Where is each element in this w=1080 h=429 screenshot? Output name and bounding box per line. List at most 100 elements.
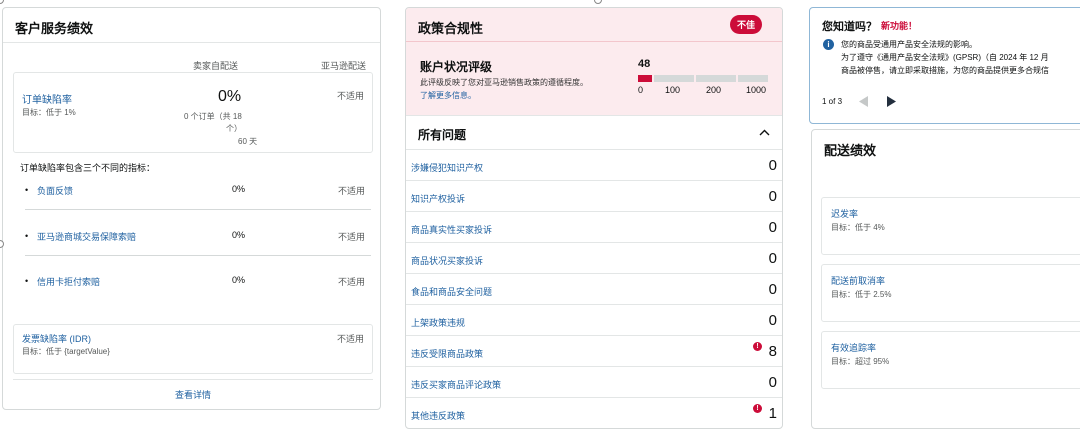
scale-tick: 0 xyxy=(638,85,644,95)
resize-handle[interactable] xyxy=(594,0,602,4)
issue-link[interactable]: 知识产权投诉 xyxy=(411,192,465,205)
issue-count: 0 xyxy=(768,281,777,298)
policy-header: 政策合规性 不佳 xyxy=(406,8,782,42)
odr-value: 0% xyxy=(218,88,242,105)
dyk-title: 您知道吗？ xyxy=(822,21,877,33)
issue-link[interactable]: 商品真实性买家投诉 xyxy=(411,223,492,236)
alert-icon: ! xyxy=(753,404,762,413)
delivery-performance-card: 配送绩效 迟发率 目标：低于 4% 配送前取消率 目标：低于 2.5% 有效追踪… xyxy=(811,129,1080,429)
policy-compliance-card: 政策合规性 不佳 账户状况评级 此评级反映了您对亚马逊销售政策的遵循程度。 了解… xyxy=(405,7,783,429)
odr-detail-2: 个） xyxy=(226,124,242,133)
issue-count: 0 xyxy=(768,250,777,267)
idr-value: 不适用 xyxy=(336,334,364,344)
indicator-amazon: 不适用 xyxy=(337,277,365,287)
all-issues-title: 所有问题 xyxy=(418,128,467,142)
alert-icon: ! xyxy=(753,342,762,351)
account-health-rating: 账户状况评级 此评级反映了您对亚马逊销售政策的遵循程度。 了解更多信息。 48 … xyxy=(406,42,782,116)
new-feature-label: 新功能！ xyxy=(881,21,918,31)
idr-box: 发票缺陷率 (IDR) 目标：低于 {targetValue} 不适用 xyxy=(13,324,373,374)
metric-link[interactable]: 配送前取消率 xyxy=(831,274,885,287)
dyk-line-3: 商品被停售，请立即采取措施，为您的商品提供更多合规信 xyxy=(841,66,1049,75)
indicator-value: 0% xyxy=(232,184,246,194)
metric-target: 目标：超过 95% xyxy=(831,357,890,366)
delivery-title: 配送绩效 xyxy=(824,143,877,158)
indicator-value: 0% xyxy=(232,275,246,285)
metric-target: 目标：低于 2.5% xyxy=(831,290,892,299)
scale-tick: 1000 xyxy=(746,85,767,95)
indicator-negative-feedback: • 负面反馈 0% 不适用 xyxy=(25,180,371,210)
view-details-link[interactable]: 查看详情 xyxy=(175,390,211,400)
odr-link[interactable]: 订单缺陷率 xyxy=(22,91,72,106)
dyk-headline: 您的商品受通用产品安全法规的影响。 xyxy=(841,40,977,49)
prev-icon[interactable] xyxy=(858,96,869,107)
odr-detail-3: 60 天 xyxy=(238,137,258,146)
metric-link[interactable]: 迟发率 xyxy=(831,207,858,220)
ahr-desc: 此评级反映了您对亚马逊销售政策的遵循程度。 xyxy=(420,78,588,87)
indicator-a-to-z: • 亚马逊商城交易保障索赔 0% 不适用 xyxy=(25,226,371,256)
ahr-score-bar xyxy=(638,75,768,82)
scale-tick: 200 xyxy=(706,85,722,95)
issue-row: 违反买家商品评论政策 0 xyxy=(406,367,782,398)
issue-count: 0 xyxy=(768,374,777,391)
ahr-learn-more-link[interactable]: 了解更多信息。 xyxy=(420,90,476,101)
bullet: • xyxy=(25,276,29,286)
issue-row: 商品真实性买家投诉 0 xyxy=(406,212,782,243)
issue-count: 0 xyxy=(768,188,777,205)
issue-link[interactable]: 其他违反政策 xyxy=(411,409,465,422)
indicator-chargeback: • 信用卡拒付索赔 0% 不适用 xyxy=(25,271,371,301)
issue-list: 涉嫌侵犯知识产权 0 知识产权投诉 0 商品真实性买家投诉 0 商品状况买家投诉 0 食品和商品… xyxy=(406,150,782,428)
issue-row: 违反受限商品政策! 8 xyxy=(406,336,782,367)
issue-link[interactable]: 上架政策违规 xyxy=(411,316,465,329)
metric-link[interactable]: 有效追踪率 xyxy=(831,341,876,354)
bullet: • xyxy=(25,185,29,195)
issue-link[interactable]: 违反买家商品评论政策 xyxy=(411,378,501,391)
ahr-scale-seg xyxy=(654,75,694,82)
issue-link[interactable]: 涉嫌侵犯知识产权 xyxy=(411,161,483,174)
issue-row: 食品和商品安全问题 0 xyxy=(406,274,782,305)
all-issues-header[interactable]: 所有问题 xyxy=(406,116,782,150)
indicator-amazon: 不适用 xyxy=(337,232,365,242)
resize-handle[interactable] xyxy=(0,0,4,4)
indicator-value: 0% xyxy=(232,230,246,240)
ahr-scale-seg xyxy=(696,75,736,82)
ahr-title: 账户状况评级 xyxy=(420,60,493,74)
odr-box: 订单缺陷率 目标：低于 1% 0% 0 个订单（共 18 个） 60 天 不适用 xyxy=(13,72,373,153)
odr-target: 目标：低于 1% xyxy=(22,108,76,117)
issue-link[interactable]: 违反受限商品政策 xyxy=(411,347,483,360)
indicator-amazon: 不适用 xyxy=(337,186,365,196)
view-details-footer: 查看详情 xyxy=(13,379,373,401)
pager-label: 1 of 3 xyxy=(822,97,843,106)
metric-target: 目标：低于 4% xyxy=(831,223,885,232)
odr-amazon-value: 不适用 xyxy=(336,91,364,101)
issue-row: 知识产权投诉 0 xyxy=(406,181,782,212)
metric-late-shipment: 迟发率 目标：低于 4% xyxy=(821,197,1080,255)
metric-cancel-rate: 配送前取消率 目标：低于 2.5% xyxy=(821,264,1080,322)
ahr-score-fill xyxy=(638,75,652,82)
idr-target: 目标：低于 {targetValue} xyxy=(22,347,110,356)
issue-link[interactable]: 商品状况买家投诉 xyxy=(411,254,483,267)
idr-link[interactable]: 发票缺陷率 (IDR) xyxy=(22,332,91,345)
odr-detail-1: 0 个订单（共 18 xyxy=(184,112,242,121)
policy-title: 政策合规性 xyxy=(418,21,484,36)
issue-count: 0 xyxy=(768,157,777,174)
chevron-up-icon[interactable] xyxy=(759,129,770,136)
ahr-score: 48 xyxy=(638,58,651,70)
next-icon[interactable] xyxy=(886,96,897,107)
issue-count: 8 xyxy=(768,343,777,360)
scale-tick: 100 xyxy=(665,85,681,95)
indicator-label[interactable]: 信用卡拒付索赔 xyxy=(37,275,100,288)
issue-row: 上架政策违规 0 xyxy=(406,305,782,336)
issue-row: 商品状况买家投诉 0 xyxy=(406,243,782,274)
indicator-label[interactable]: 亚马逊商城交易保障索赔 xyxy=(37,230,136,243)
info-icon: i xyxy=(823,39,834,50)
col-amazon-fulfilled: 亚马逊配送 xyxy=(321,61,367,71)
customer-service-title: 客户服务绩效 xyxy=(3,8,380,43)
issue-count: 1 xyxy=(768,405,777,422)
issue-link[interactable]: 食品和商品安全问题 xyxy=(411,285,492,298)
odr-intro: 订单缺陷率包含三个不同的指标： xyxy=(20,163,156,173)
issue-count: 0 xyxy=(768,219,777,236)
customer-service-card: 客户服务绩效 卖家自配送 亚马逊配送 订单缺陷率 目标：低于 1% 0% 0 个… xyxy=(2,7,381,410)
indicator-label[interactable]: 负面反馈 xyxy=(37,184,73,197)
ahr-scale-seg xyxy=(738,75,768,82)
metric-valid-tracking: 有效追踪率 目标：超过 95% xyxy=(821,331,1080,389)
